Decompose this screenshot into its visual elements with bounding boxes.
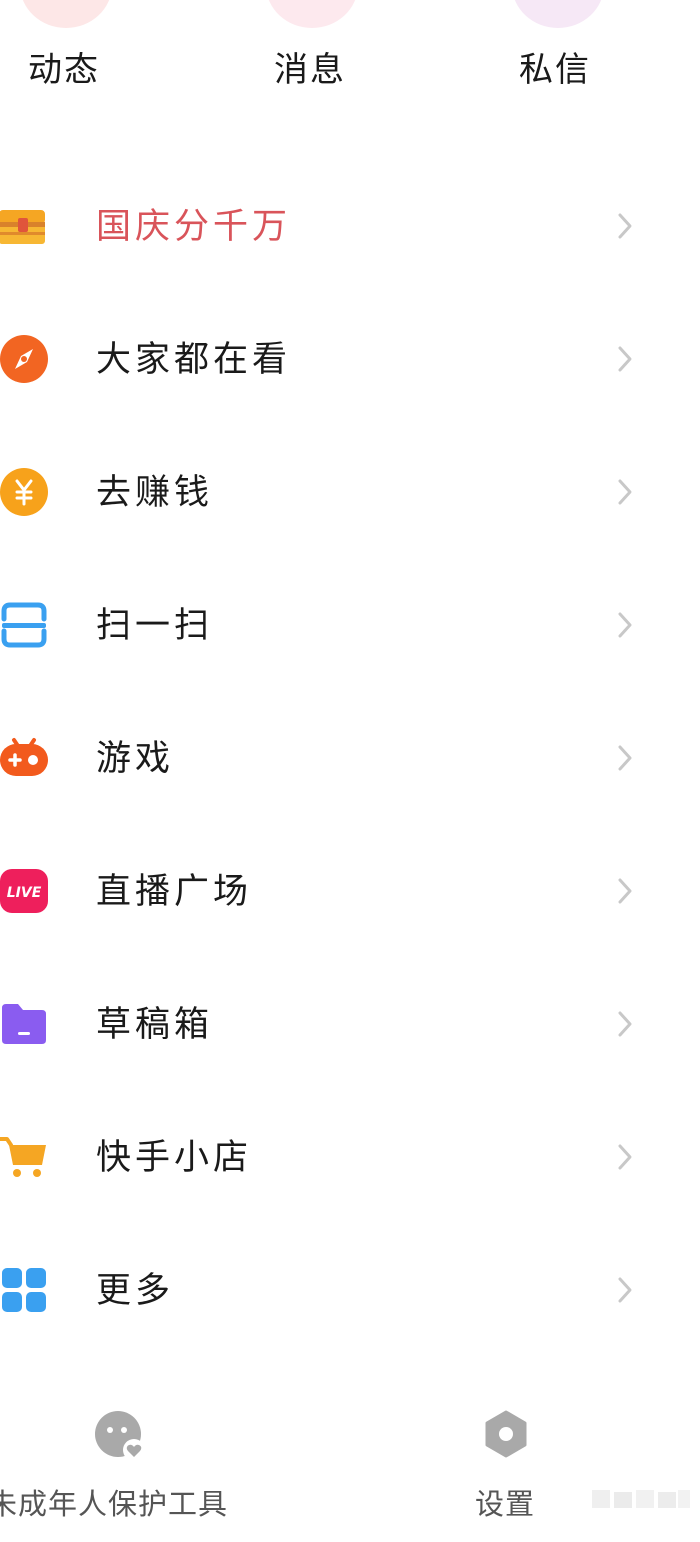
- message-icon: [266, 0, 358, 28]
- menu-label: 直播广场: [96, 872, 253, 912]
- menu-item-everyone-watching[interactable]: 大家都在看: [0, 309, 700, 409]
- settings-label: 设置: [475, 1487, 536, 1521]
- chevron-right-icon: [618, 1277, 632, 1303]
- minor-protection-label: 未成年人保护工具: [0, 1487, 229, 1521]
- menu-label: 更多: [96, 1271, 175, 1311]
- tab-label: 私信: [519, 50, 591, 90]
- menu-label: 草稿箱: [96, 1005, 214, 1045]
- chevron-right-icon: [618, 1144, 632, 1170]
- compass-icon: [0, 335, 48, 383]
- menu-item-scan[interactable]: 扫一扫: [0, 575, 700, 675]
- chevron-right-icon: [618, 346, 632, 372]
- drafts-folder-icon: [2, 1004, 46, 1044]
- gamepad-icon: [0, 738, 48, 776]
- live-badge-text: LIVE: [7, 885, 42, 901]
- menu-item-more[interactable]: 更多: [0, 1240, 700, 1340]
- shopping-cart-icon: [0, 1137, 46, 1177]
- menu-label: 游戏: [96, 739, 175, 779]
- menu-item-drafts[interactable]: 草稿箱: [0, 974, 700, 1074]
- menu-item-live-plaza[interactable]: LIVE 直播广场: [0, 841, 700, 941]
- menu-label: 大家都在看: [96, 340, 292, 380]
- watermark-blur: [592, 1490, 690, 1508]
- menu-item-national-day[interactable]: 国庆分千万: [0, 176, 700, 276]
- menu-item-earn-money[interactable]: 去赚钱: [0, 442, 700, 542]
- menu-label: 去赚钱: [96, 473, 214, 513]
- private-message-icon: [512, 0, 604, 28]
- chevron-right-icon: [618, 745, 632, 771]
- chevron-right-icon: [618, 878, 632, 904]
- menu-label: 快手小店: [96, 1138, 253, 1178]
- grid-more-icon: [2, 1268, 46, 1312]
- menu-label: 扫一扫: [96, 606, 214, 646]
- tab-label: 动态: [28, 50, 100, 90]
- yuan-coin-icon: [0, 468, 48, 516]
- menu-label: 国庆分千万: [96, 207, 292, 247]
- face-heart-icon: [95, 1411, 145, 1461]
- chevron-right-icon: [618, 213, 632, 239]
- menu-item-games[interactable]: 游戏: [0, 708, 700, 808]
- treasure-chest-icon: [0, 210, 45, 244]
- tab-label: 消息: [274, 50, 346, 90]
- dynamic-icon: [20, 0, 112, 28]
- menu-item-kuaishou-store[interactable]: 快手小店: [0, 1107, 700, 1207]
- live-icon: LIVE: [0, 869, 48, 913]
- chevron-right-icon: [618, 479, 632, 505]
- chevron-right-icon: [618, 1011, 632, 1037]
- settings-hex-icon: [485, 1410, 527, 1458]
- chevron-right-icon: [618, 612, 632, 638]
- scan-icon: [1, 602, 47, 648]
